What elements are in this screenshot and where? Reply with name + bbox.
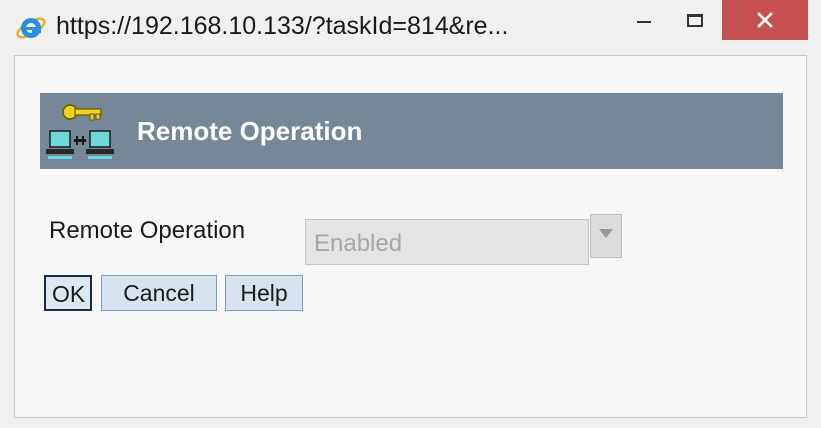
- maximize-button[interactable]: [672, 0, 718, 40]
- dialog-content: Remote Operation Remote Operation Enable…: [14, 55, 807, 418]
- select-value: Enabled: [314, 230, 403, 257]
- close-button[interactable]: [722, 0, 808, 40]
- remote-operation-key-icon: [46, 104, 114, 159]
- help-button[interactable]: Help: [225, 275, 303, 311]
- remote-operation-select[interactable]: Enabled: [305, 219, 589, 265]
- banner-title: Remote Operation: [137, 116, 363, 146]
- close-icon: [757, 12, 773, 28]
- window-title: https://192.168.10.133/?taskId=814&re...: [56, 12, 509, 40]
- maximize-icon: [687, 13, 703, 27]
- minimize-button[interactable]: [622, 0, 666, 40]
- select-dropdown-button[interactable]: [590, 214, 622, 258]
- ok-button[interactable]: OK: [44, 275, 92, 311]
- ie-browser-icon: [16, 17, 46, 39]
- cancel-button[interactable]: Cancel: [101, 275, 217, 311]
- dialog-window: https://192.168.10.133/?taskId=814&re...: [0, 0, 821, 428]
- title-bar[interactable]: https://192.168.10.133/?taskId=814&re...: [0, 0, 821, 50]
- chevron-down-icon: [599, 229, 613, 238]
- header-banner: Remote Operation: [40, 93, 783, 169]
- minimize-icon: [637, 21, 651, 23]
- remote-operation-label: Remote Operation: [49, 217, 246, 244]
